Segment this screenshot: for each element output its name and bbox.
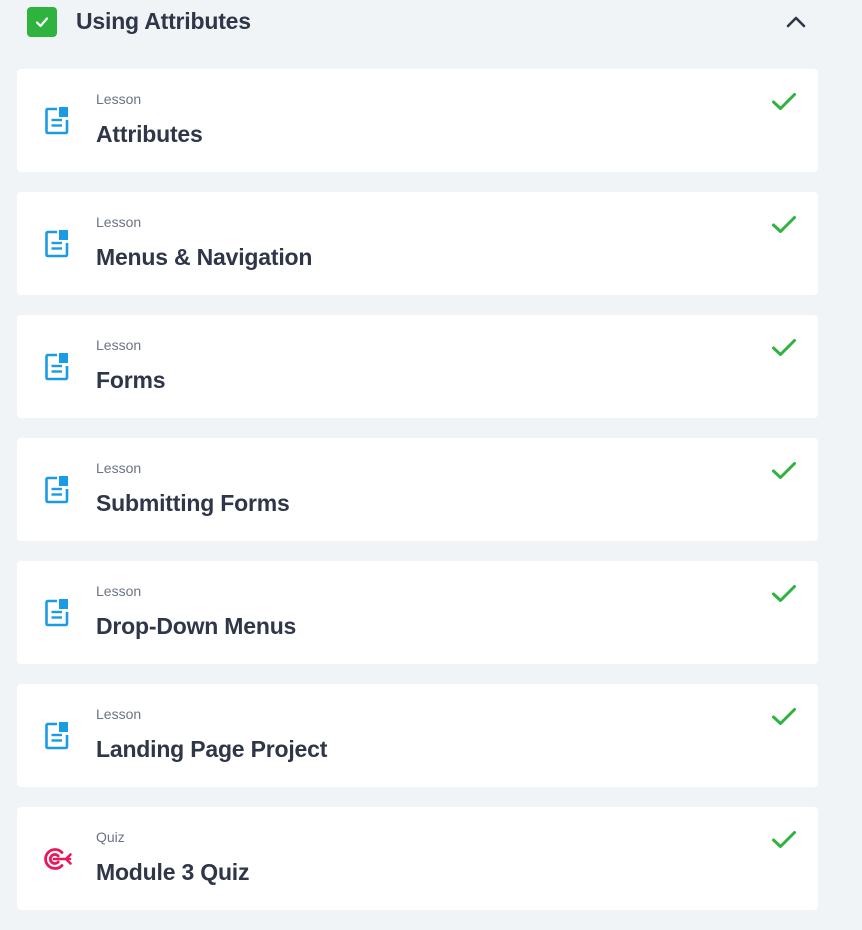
module-item-list: Lesson Attributes Lesson Menus & Navigat… bbox=[17, 69, 818, 930]
lesson-doc-icon bbox=[41, 718, 73, 754]
checkmark-icon bbox=[769, 581, 799, 607]
list-item[interactable]: Lesson Submitting Forms bbox=[17, 438, 818, 541]
quiz-target-icon bbox=[41, 841, 73, 877]
checkmark-icon bbox=[769, 458, 799, 484]
item-type-label: Lesson bbox=[96, 706, 142, 722]
lesson-doc-icon bbox=[41, 472, 73, 508]
lesson-doc-icon bbox=[41, 103, 73, 139]
list-item[interactable]: Quiz Module 3 Quiz bbox=[17, 807, 818, 910]
checkmark-icon bbox=[769, 89, 799, 115]
checkmark-icon bbox=[769, 704, 799, 730]
lesson-doc-icon bbox=[41, 595, 73, 631]
item-type-label: Lesson bbox=[96, 460, 142, 476]
item-title[interactable]: Drop-Down Menus bbox=[96, 611, 296, 641]
checkmark-icon bbox=[769, 212, 799, 238]
collapse-button[interactable] bbox=[779, 5, 813, 39]
checkmark-icon bbox=[769, 827, 799, 853]
chevron-up-icon bbox=[786, 16, 806, 28]
item-title[interactable]: Forms bbox=[96, 365, 165, 395]
item-type-label: Lesson bbox=[96, 214, 142, 230]
list-item[interactable]: Lesson Landing Page Project bbox=[17, 684, 818, 787]
lesson-doc-icon bbox=[41, 349, 73, 385]
item-type-label: Lesson bbox=[96, 91, 142, 107]
list-item[interactable]: Lesson Drop-Down Menus bbox=[17, 561, 818, 664]
list-item[interactable]: Lesson Attributes bbox=[17, 69, 818, 172]
item-title[interactable]: Module 3 Quiz bbox=[96, 857, 249, 887]
item-type-label: Lesson bbox=[96, 583, 142, 599]
lesson-doc-icon bbox=[41, 226, 73, 262]
item-title[interactable]: Attributes bbox=[96, 119, 203, 149]
item-type-label: Quiz bbox=[96, 829, 125, 845]
module-title: Using Attributes bbox=[76, 8, 251, 34]
list-item[interactable]: Lesson Forms bbox=[17, 315, 818, 418]
checkmark-icon bbox=[769, 335, 799, 361]
module-header[interactable]: Using Attributes bbox=[0, 0, 862, 46]
module-complete-checkbox-icon bbox=[27, 7, 57, 37]
item-title[interactable]: Landing Page Project bbox=[96, 734, 327, 764]
list-item[interactable]: Lesson Menus & Navigation bbox=[17, 192, 818, 295]
item-title[interactable]: Submitting Forms bbox=[96, 488, 290, 518]
item-type-label: Lesson bbox=[96, 337, 142, 353]
item-title[interactable]: Menus & Navigation bbox=[96, 242, 312, 272]
